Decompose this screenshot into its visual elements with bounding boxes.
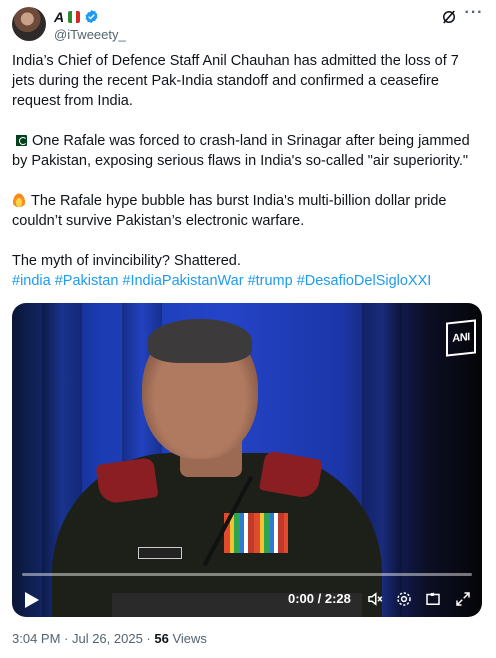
play-icon[interactable]: [24, 591, 40, 609]
video-player[interactable]: ANI 0:00 / 2:28: [12, 303, 482, 617]
tweet-paragraph-3: The Rafale hype bubble has burst India's…: [12, 191, 482, 231]
hashtag-link[interactable]: #IndiaPakistanWar: [122, 273, 243, 289]
fire-icon: [12, 192, 26, 207]
ani-watermark-logo: ANI: [446, 319, 476, 357]
medal-ribbons: [224, 513, 288, 553]
video-time: 0:00 / 2:28: [288, 591, 351, 606]
tweet-paragraph-1: India’s Chief of Defence Staff Anil Chau…: [12, 53, 459, 109]
hashtag-list: #india #Pakistan #IndiaPakistanWar #trump #D…: [12, 271, 482, 291]
author-name-row: A: [54, 8, 99, 25]
fullscreen-icon[interactable]: [454, 590, 472, 608]
picture-in-picture-icon[interactable]: [424, 590, 442, 608]
flag-emoji-icon: [68, 10, 81, 23]
tweet-header: A @iTweeety_ ···: [12, 5, 484, 42]
tweet-timestamp[interactable]: 3:04 PM · Jul 26, 2025 ·: [12, 631, 154, 646]
hashtag-link[interactable]: #trump: [248, 273, 293, 289]
tweet-text: India’s Chief of Defence Staff Anil Chau…: [12, 51, 482, 291]
grok-icon[interactable]: [440, 8, 458, 26]
author-name[interactable]: A: [54, 9, 64, 25]
tweet-paragraph-2-text: One Rafale was forced to crash-land in S…: [12, 133, 470, 169]
hashtag-link[interactable]: #india: [12, 273, 51, 289]
collar-tab: [95, 457, 159, 505]
volume-icon[interactable]: [366, 590, 384, 608]
verified-badge-icon: [85, 9, 98, 24]
tweet-paragraph-3-text: The Rafale hype bubble has burst India's…: [12, 193, 447, 229]
author-handle[interactable]: @iTweeety_: [54, 27, 126, 42]
video-progress-bar[interactable]: [22, 573, 472, 576]
views-label: Views: [168, 631, 207, 646]
settings-gear-icon[interactable]: [395, 590, 413, 608]
avatar[interactable]: [12, 7, 46, 41]
tweet-footer: 3:04 PM · Jul 26, 2025 · 56 Views: [12, 631, 207, 646]
tweet-paragraph-2: One Rafale was forced to crash-land in S…: [12, 131, 482, 171]
speaker-hair: [148, 319, 252, 363]
hashtag-link[interactable]: #Pakistan: [55, 273, 119, 289]
hashtag-link[interactable]: #DesafioDelSigloXXI: [297, 273, 432, 289]
name-tag: [138, 547, 182, 559]
pakistan-flag-icon: [12, 135, 27, 146]
views-count: 56: [154, 631, 169, 646]
tweet-paragraph-4: The myth of invincibility? Shattered.: [12, 253, 241, 269]
more-icon[interactable]: ···: [464, 5, 484, 26]
